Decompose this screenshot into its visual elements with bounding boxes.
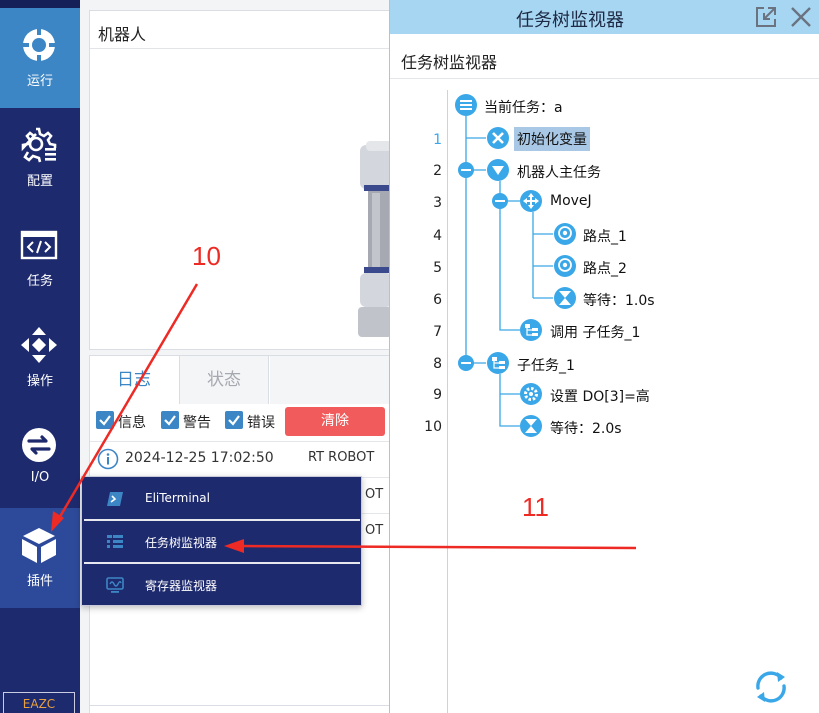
log-source-fragment: OT — [365, 487, 384, 502]
robot-view-panel: 机器人 — [89, 10, 392, 350]
list-icon — [455, 94, 477, 116]
waypoint-icon — [554, 255, 576, 277]
task-tree-icon — [107, 535, 123, 548]
tab-status[interactable]: 状态 — [179, 356, 269, 404]
info-filter-checkbox[interactable] — [96, 411, 114, 429]
hourglass-icon — [554, 287, 576, 309]
sidebar-item-plugin[interactable]: 插件 — [0, 508, 80, 608]
tree-node-init-variables[interactable]: 初始化变量 — [514, 127, 590, 151]
warning-filter-checkbox[interactable] — [161, 411, 179, 429]
error-filter-label: 错误 — [247, 415, 275, 431]
tree-node-subtask-1[interactable]: 子任务_1 — [517, 355, 575, 375]
menu-item-eliterminal[interactable]: EliTerminal — [84, 478, 360, 519]
menu-item-label: EliTerminal — [145, 491, 210, 505]
log-timestamp: 2024-12-25 17:02:50 — [125, 450, 274, 466]
set-gear-icon — [520, 383, 542, 405]
sidebar-item-config[interactable]: 配置 — [0, 108, 80, 208]
tree-node-set-do[interactable]: 设置 DO[3]=高 — [550, 386, 650, 406]
sidebar-item-label: 插件 — [26, 574, 53, 589]
variable-x-icon — [487, 127, 509, 149]
plugin-menu: EliTerminal 任务树监视器 寄存器监视器 — [81, 476, 362, 606]
app-root: 运行 配置 任务 操作 I/O 插件 EAZC 机器人 日志 状态 信息 警告 … — [0, 0, 819, 713]
tree-node-wait-2[interactable]: 等待：2.0s — [550, 418, 622, 438]
log-panel-bottom-border — [90, 705, 392, 706]
move-icon — [520, 190, 542, 212]
hourglass-icon — [520, 415, 542, 437]
waypoint-icon — [554, 223, 576, 245]
register-monitor-icon — [106, 577, 124, 593]
warning-filter-label: 警告 — [183, 415, 211, 431]
code-window-icon — [20, 230, 58, 260]
sidebar-item-label: I/O — [30, 470, 50, 485]
robot-arm-image — [358, 141, 392, 337]
menu-item-task-tree-monitor[interactable]: 任务树监视器 — [84, 521, 360, 562]
sidebar-item-label: 操作 — [26, 374, 53, 389]
config-gear-icon — [21, 127, 57, 163]
task-tree-monitor-window: 任务树监视器 任务树监视器 1 2 3 4 5 6 7 8 9 10 当前任务：… — [389, 0, 819, 713]
info-icon — [97, 448, 119, 470]
robot-panel-title: 机器人 — [98, 25, 147, 44]
move-arrows-icon — [21, 327, 57, 363]
dropdown-icon — [487, 159, 509, 181]
menu-item-register-monitor[interactable]: 寄存器监视器 — [84, 564, 360, 605]
subroutine-call-icon — [520, 319, 542, 341]
log-row[interactable]: 2024-12-25 17:02:50 RT ROBOT — [90, 441, 392, 477]
tab-bar-filler — [270, 356, 392, 404]
tree-node-robot-main-task[interactable]: 机器人主任务 — [517, 162, 601, 182]
sidebar-item-run[interactable]: 运行 — [0, 8, 80, 108]
tree-node-current-task[interactable]: 当前任务：a — [484, 97, 563, 117]
sidebar-top-strip — [0, 0, 80, 8]
tree-node-movej[interactable]: MoveJ — [550, 193, 592, 209]
sidebar-item-io[interactable]: I/O — [0, 408, 80, 508]
log-source: RT ROBOT — [308, 450, 375, 465]
sidebar-item-operate[interactable]: 操作 — [0, 308, 80, 408]
refresh-icon[interactable] — [750, 666, 792, 708]
robot-panel-divider — [90, 48, 392, 49]
cube-icon — [22, 528, 56, 563]
tab-log[interactable]: 日志 — [90, 356, 178, 404]
subtask-icon — [487, 352, 509, 374]
menu-item-label: 寄存器监视器 — [145, 579, 218, 593]
tree-node-call-subtask[interactable]: 调用 子任务_1 — [550, 322, 640, 342]
error-filter-checkbox[interactable] — [225, 411, 243, 429]
sidebar: 运行 配置 任务 操作 I/O 插件 EAZC — [0, 0, 80, 713]
brand-fragment: EAZC — [3, 692, 75, 713]
sidebar-item-label: 运行 — [26, 74, 53, 89]
tree-node-waypoint-1[interactable]: 路点_1 — [583, 226, 627, 246]
tree-node-waypoint-2[interactable]: 路点_2 — [583, 258, 627, 278]
sidebar-item-label: 任务 — [26, 274, 53, 289]
log-source-fragment: OT — [365, 523, 384, 538]
menu-item-label: 任务树监视器 — [145, 536, 218, 550]
sidebar-item-label: 配置 — [26, 174, 53, 189]
info-filter-label: 信息 — [118, 415, 146, 431]
terminal-icon — [107, 492, 123, 506]
clear-log-button[interactable]: 清除 — [285, 407, 385, 436]
run-icon — [21, 27, 57, 63]
io-exchange-icon — [22, 428, 56, 462]
tree-node-wait-1[interactable]: 等待：1.0s — [583, 290, 655, 310]
sidebar-item-task[interactable]: 任务 — [0, 208, 80, 308]
